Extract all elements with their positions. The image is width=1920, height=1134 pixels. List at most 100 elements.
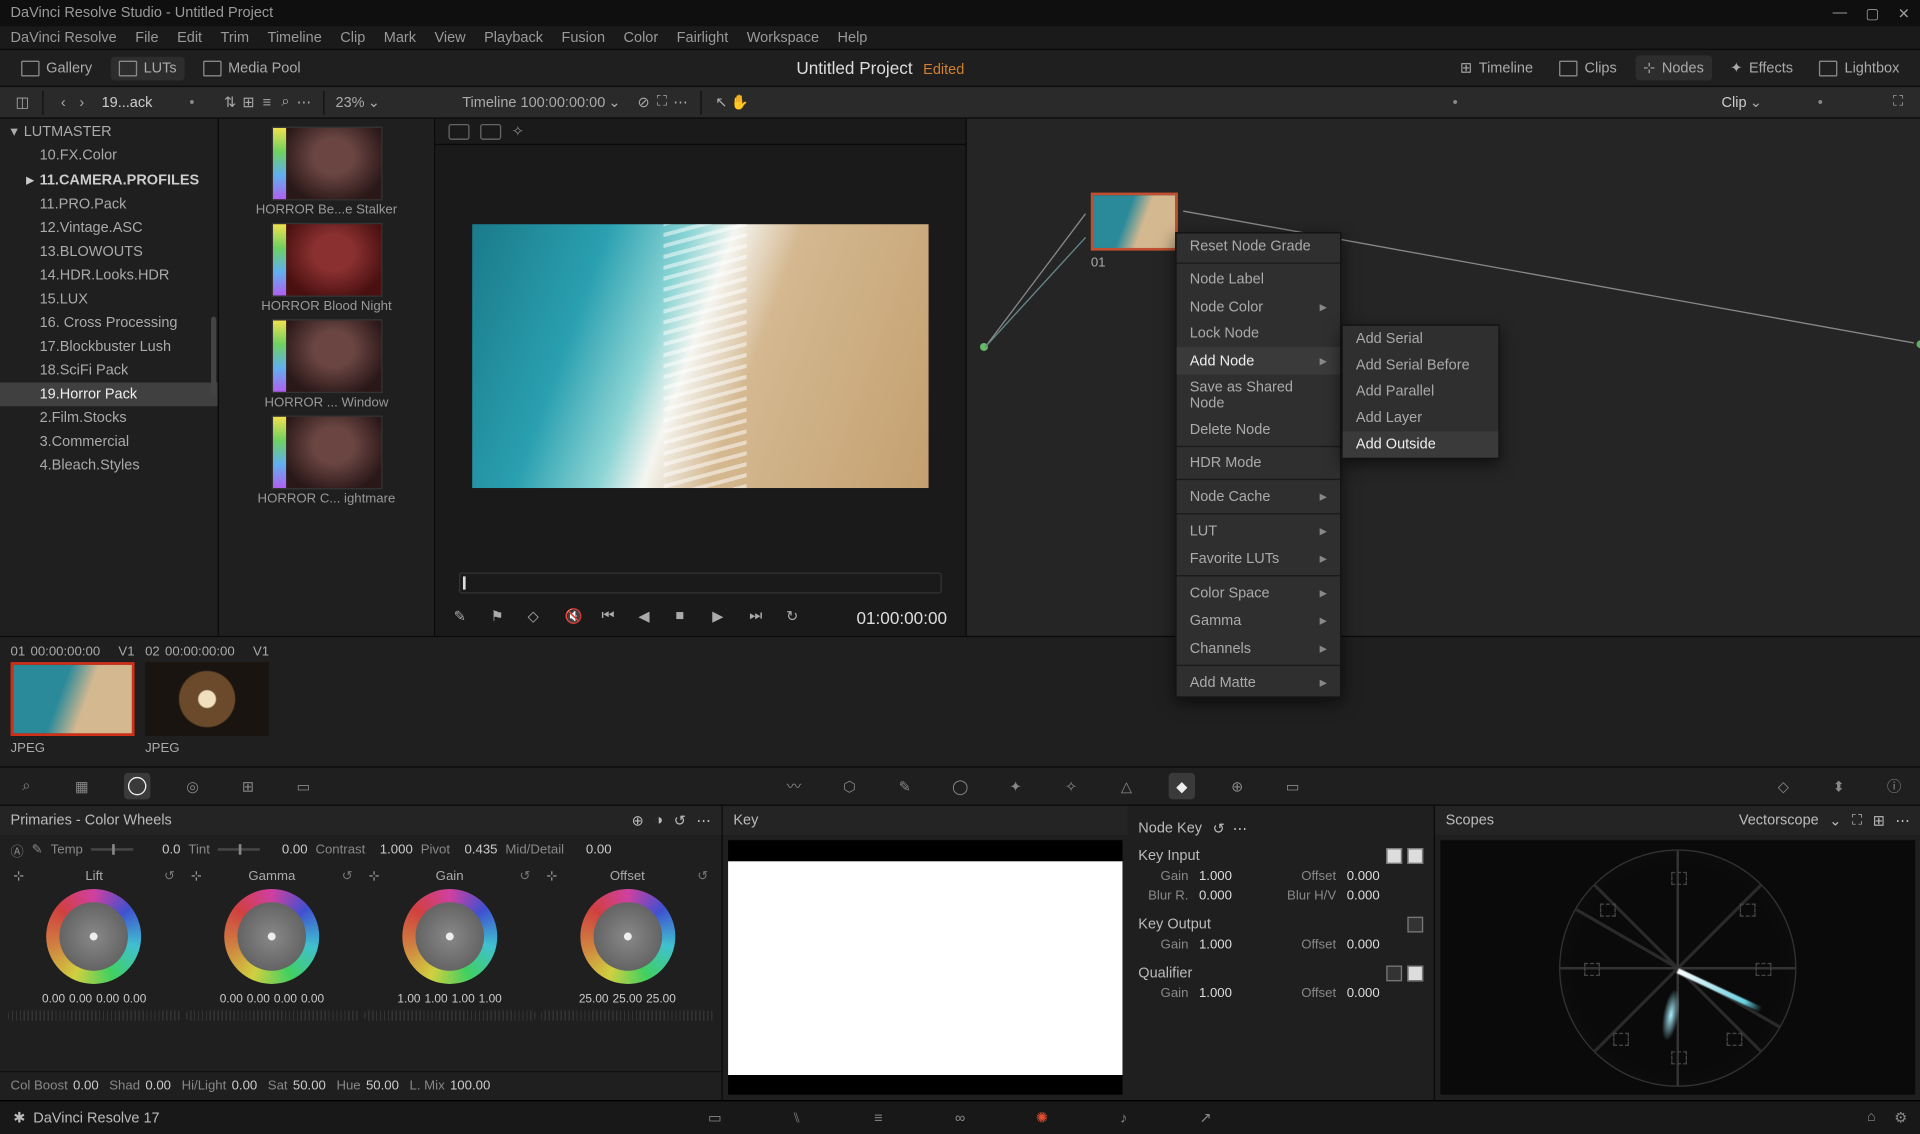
- flag-icon[interactable]: ⚑: [491, 608, 509, 626]
- expand-icon[interactable]: ⛶: [653, 93, 671, 111]
- reset-icon[interactable]: ↺: [1213, 820, 1225, 837]
- adj-value[interactable]: 50.00: [293, 1079, 326, 1094]
- play-icon[interactable]: ▶: [712, 608, 730, 626]
- tool-sizing-icon[interactable]: ⊕: [1224, 773, 1250, 799]
- sidebar-folder[interactable]: 18.SciFi Pack: [0, 359, 218, 383]
- context-menu-item[interactable]: Color Space▸: [1177, 579, 1341, 607]
- sidebar-toggle-icon[interactable]: ◫: [13, 93, 31, 111]
- close-icon[interactable]: ✕: [1898, 5, 1910, 22]
- tool-info-icon[interactable]: ⓘ: [1881, 773, 1907, 799]
- menu-item[interactable]: Playback: [484, 30, 543, 46]
- menu-item[interactable]: Help: [838, 30, 868, 46]
- nodes-button[interactable]: ⊹Nodes: [1635, 55, 1712, 80]
- color-wheel-gain[interactable]: [402, 889, 497, 984]
- temp-value[interactable]: 0.0: [141, 842, 181, 857]
- luts-button[interactable]: LUTs: [111, 56, 185, 80]
- lut-thumbnail[interactable]: [271, 223, 382, 297]
- marker-icon[interactable]: ✎: [454, 608, 472, 626]
- color-wheel-lift[interactable]: [47, 889, 142, 984]
- scope-type[interactable]: Vectorscope: [1739, 812, 1819, 829]
- matte-icon[interactable]: [1407, 966, 1423, 982]
- sidebar-folder[interactable]: ▾LUTMASTER: [0, 119, 218, 144]
- reset-icon[interactable]: ↺: [164, 869, 175, 884]
- pivot-value[interactable]: 0.435: [458, 842, 498, 857]
- maximize-icon[interactable]: ▢: [1866, 5, 1880, 22]
- adj-value[interactable]: 0.00: [73, 1079, 99, 1094]
- tool-hdr-icon[interactable]: ◎: [179, 773, 205, 799]
- tool-scopes-icon[interactable]: ⬍: [1825, 773, 1851, 799]
- temp-slider[interactable]: [91, 848, 133, 851]
- auto-icon[interactable]: ⊕: [632, 812, 644, 829]
- context-menu-item[interactable]: HDR Mode: [1177, 450, 1341, 476]
- tool-blur-icon[interactable]: △: [1113, 773, 1139, 799]
- wheel-value[interactable]: 0.00: [274, 992, 297, 1005]
- settings-icon[interactable]: ⚙: [1894, 1109, 1907, 1126]
- val[interactable]: 1.000: [1199, 987, 1246, 1002]
- sidebar-folder[interactable]: 2.Film.Stocks: [0, 406, 218, 430]
- context-menu-item[interactable]: Lock Node: [1177, 321, 1341, 347]
- clip-thumbnail[interactable]: [11, 662, 135, 736]
- zoom-level[interactable]: 23%: [336, 94, 365, 110]
- tool-wheels-icon[interactable]: [124, 773, 150, 799]
- wheel-value[interactable]: 0.00: [42, 992, 65, 1005]
- adj-value[interactable]: 50.00: [366, 1079, 399, 1094]
- wheel-value[interactable]: 1.00: [479, 992, 502, 1005]
- tint-value[interactable]: 0.00: [268, 842, 308, 857]
- color-wheel-gamma[interactable]: [224, 889, 319, 984]
- page-fairlight-icon[interactable]: ♪: [1112, 1106, 1136, 1130]
- wheel-value[interactable]: 25.00: [579, 992, 609, 1005]
- context-menu-item[interactable]: Add Node▸: [1177, 347, 1341, 375]
- lut-thumbnail[interactable]: [271, 127, 382, 201]
- prev-icon[interactable]: ◀: [638, 608, 656, 626]
- tool-colormatch-icon[interactable]: ▦: [69, 773, 95, 799]
- node-01[interactable]: [1091, 193, 1178, 251]
- val[interactable]: 1.000: [1199, 869, 1246, 884]
- reset-icon[interactable]: ↺: [342, 869, 353, 884]
- more-icon[interactable]: ⋯: [1233, 820, 1248, 837]
- lightbox-button[interactable]: Lightbox: [1812, 56, 1908, 80]
- context-submenu-item[interactable]: Add Outside: [1343, 431, 1499, 457]
- wheel-value[interactable]: 1.00: [425, 992, 448, 1005]
- val[interactable]: 1.000: [1199, 938, 1246, 953]
- wheel-value[interactable]: 0.00: [96, 992, 119, 1005]
- page-cut-icon[interactable]: ⑊: [785, 1106, 809, 1130]
- tint-slider[interactable]: [218, 848, 260, 851]
- viewer-image[interactable]: [472, 224, 928, 488]
- prev-icon[interactable]: ‹: [54, 93, 72, 111]
- context-menu-item[interactable]: Reset Node Grade: [1177, 233, 1341, 259]
- picker-icon[interactable]: ⊹: [191, 869, 202, 884]
- wheel-track[interactable]: [363, 1010, 535, 1021]
- last-icon[interactable]: ⏭: [749, 608, 767, 626]
- page-color-icon[interactable]: ✺: [1030, 1106, 1054, 1130]
- tool-motion-icon[interactable]: ▭: [290, 773, 316, 799]
- menu-item[interactable]: Edit: [177, 30, 202, 46]
- lut-thumbnail[interactable]: [271, 319, 382, 393]
- list-icon[interactable]: ≡: [258, 93, 276, 111]
- context-menu-item[interactable]: LUT▸: [1177, 517, 1341, 545]
- page-edit-icon[interactable]: ≡: [867, 1106, 891, 1130]
- clips-button[interactable]: Clips: [1552, 56, 1625, 80]
- menu-item[interactable]: Fusion: [561, 30, 605, 46]
- effects-button[interactable]: ✦Effects: [1722, 55, 1801, 80]
- tool-curves-icon[interactable]: 〰: [781, 773, 807, 799]
- search-icon[interactable]: ⌕: [276, 93, 294, 111]
- sidebar-folder[interactable]: 3.Commercial: [0, 430, 218, 454]
- picker-icon[interactable]: ◑: [654, 812, 663, 829]
- picker-icon[interactable]: ◇: [528, 608, 546, 626]
- home-icon[interactable]: ⌂: [1867, 1109, 1876, 1126]
- timecode[interactable]: 00:00:00:00: [529, 94, 606, 110]
- chevron-down-icon[interactable]: ⌄: [1747, 93, 1765, 111]
- wheel-track[interactable]: [541, 1010, 713, 1021]
- mediapool-button[interactable]: Media Pool: [195, 56, 308, 80]
- menu-item[interactable]: File: [135, 30, 158, 46]
- wheel-value[interactable]: 0.00: [69, 992, 92, 1005]
- tool-keyframe-icon[interactable]: ◇: [1770, 773, 1796, 799]
- sidebar-folder[interactable]: 13.BLOWOUTS: [0, 240, 218, 264]
- lut-thumbnail[interactable]: [271, 415, 382, 489]
- timeline-name[interactable]: Timeline 1: [462, 94, 528, 110]
- val[interactable]: 0.000: [1347, 987, 1394, 1002]
- tool-tracker-icon[interactable]: ✦: [1002, 773, 1028, 799]
- scrollbar-thumb[interactable]: [211, 317, 216, 396]
- wheel-value[interactable]: 0.00: [220, 992, 243, 1005]
- adj-value[interactable]: 0.00: [232, 1079, 258, 1094]
